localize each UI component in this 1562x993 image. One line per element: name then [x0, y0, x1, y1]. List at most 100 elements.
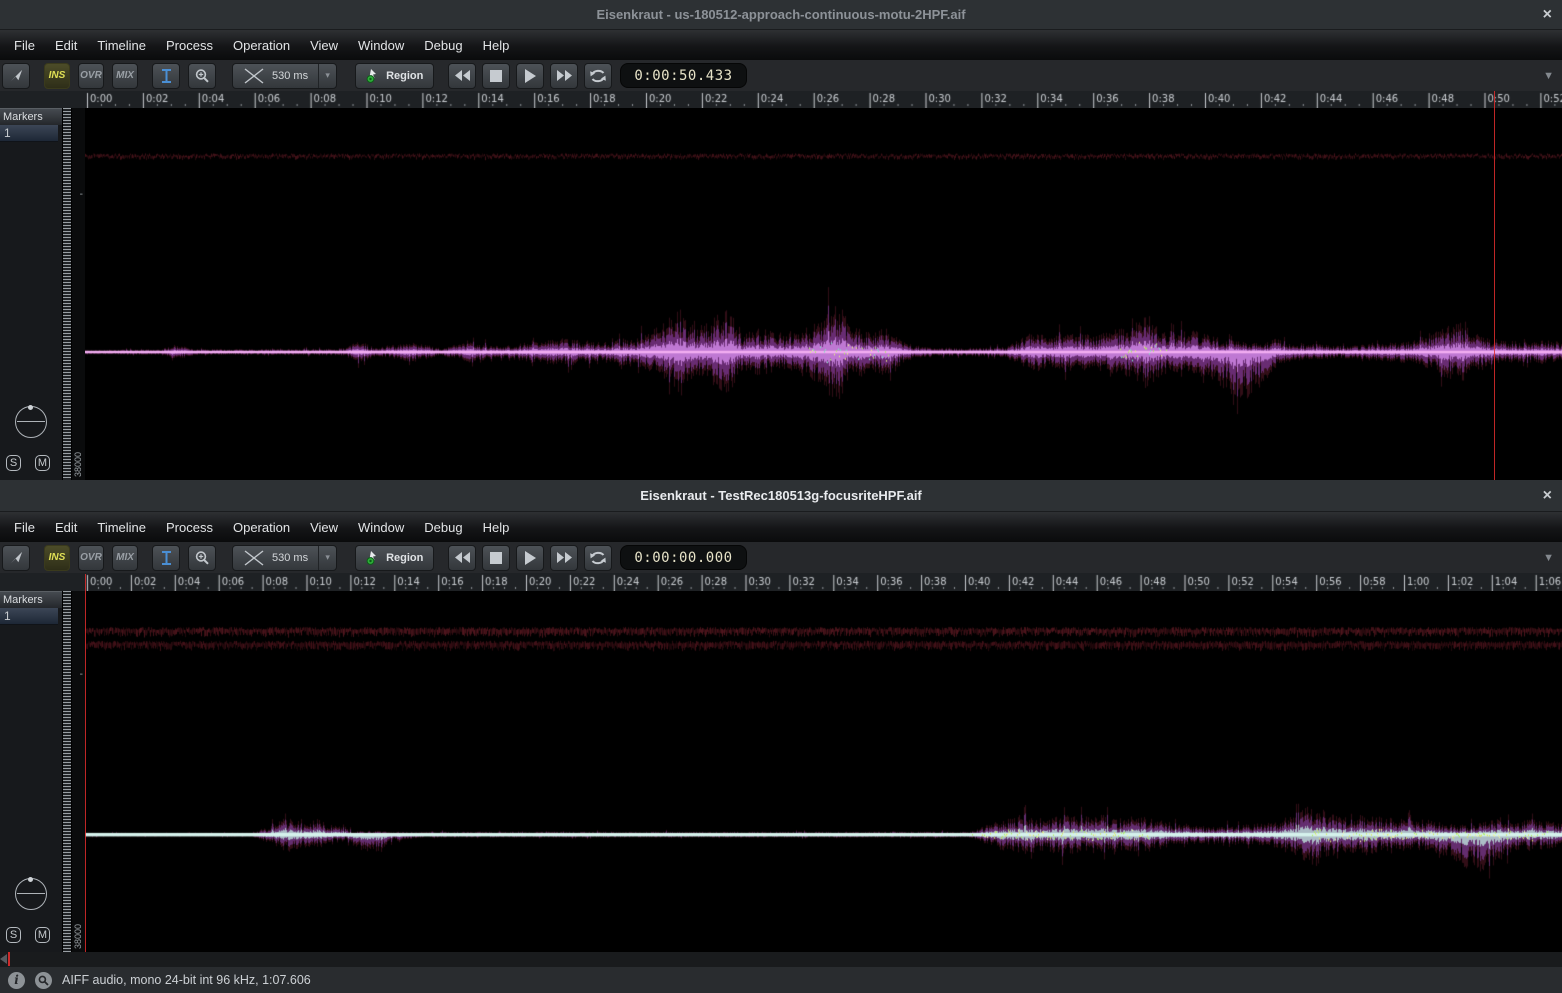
play-button[interactable]	[516, 545, 544, 571]
ibeam-tool-button[interactable]	[152, 545, 180, 571]
menu-item-view[interactable]: View	[300, 520, 348, 535]
solo-button[interactable]: S	[6, 927, 21, 943]
loop-button[interactable]	[584, 63, 612, 89]
menu-item-operation[interactable]: Operation	[223, 38, 300, 53]
ibeam-icon	[160, 550, 173, 566]
region-button[interactable]: Region	[355, 63, 434, 89]
time-display[interactable]: 0:00:00.000	[620, 545, 746, 570]
menu-item-edit[interactable]: Edit	[45, 520, 87, 535]
mix-mode-button[interactable]: MIX	[112, 63, 138, 89]
amplitude-axis: - 38000	[72, 591, 85, 952]
waveform-view[interactable]	[85, 591, 1562, 952]
pan-knob[interactable]	[15, 406, 47, 438]
menu-item-debug[interactable]: Debug	[414, 520, 472, 535]
fast-forward-button[interactable]	[550, 545, 578, 571]
rewind-button[interactable]	[448, 63, 476, 89]
rewind-icon	[454, 69, 471, 82]
region-icon	[366, 68, 380, 83]
marker-track-item[interactable]: 1	[0, 608, 58, 625]
menu-item-view[interactable]: View	[300, 38, 348, 53]
info-icon[interactable]: i	[8, 972, 25, 989]
solo-button[interactable]: S	[6, 455, 21, 471]
play-button[interactable]	[516, 63, 544, 89]
toolbar: INS OVR MIX 530 ms ▾ Region	[0, 60, 1562, 91]
axis-mid-label: -	[80, 674, 83, 676]
pan-knob[interactable]	[15, 878, 47, 910]
title-bar[interactable]: Eisenkraut - us-180512-approach-continuo…	[0, 0, 1562, 30]
menu-item-file[interactable]: File	[4, 520, 45, 535]
stop-button[interactable]	[482, 63, 510, 89]
region-button[interactable]: Region	[355, 545, 434, 571]
region-icon	[366, 550, 380, 565]
loop-button[interactable]	[584, 545, 612, 571]
menu-item-window[interactable]: Window	[348, 38, 414, 53]
pointer-tool-button[interactable]	[2, 545, 30, 571]
eisenkraut-window-bottom: Eisenkraut - TestRec180513g-focusriteHPF…	[0, 480, 1562, 967]
play-icon	[524, 69, 536, 83]
blend-dropdown[interactable]: 530 ms ▾	[232, 63, 337, 89]
menu-item-timeline[interactable]: Timeline	[87, 520, 156, 535]
time-display[interactable]: 0:00:50.433	[620, 63, 746, 88]
overwrite-mode-button[interactable]: OVR	[78, 545, 104, 571]
scroll-left-icon[interactable]	[0, 954, 7, 964]
menu-item-operation[interactable]: Operation	[223, 520, 300, 535]
zoom-tool-button[interactable]	[188, 545, 216, 571]
menu-item-process[interactable]: Process	[156, 520, 223, 535]
pointer-tool-button[interactable]	[2, 63, 30, 89]
mute-button[interactable]: M	[35, 455, 50, 471]
markers-panel: Markers 1 S M	[0, 108, 62, 480]
timeline-ruler[interactable]	[0, 91, 1562, 108]
close-icon[interactable]: ×	[1543, 7, 1552, 23]
waveform-view[interactable]	[85, 108, 1562, 480]
mix-mode-button[interactable]: MIX	[112, 545, 138, 571]
stop-icon	[490, 552, 502, 564]
menu-item-file[interactable]: File	[4, 38, 45, 53]
menu-item-help[interactable]: Help	[473, 520, 520, 535]
menu-item-help[interactable]: Help	[473, 38, 520, 53]
toolbar-overflow-icon[interactable]: ▼	[1543, 70, 1554, 82]
stop-icon	[490, 70, 502, 82]
playhead-cursor[interactable]	[1494, 91, 1495, 480]
insert-mode-button[interactable]: INS	[44, 545, 70, 571]
marker-track-item[interactable]: 1	[0, 125, 58, 142]
chevron-down-icon[interactable]: ▾	[318, 64, 336, 88]
mute-button[interactable]: M	[35, 927, 50, 943]
vertical-zoom-scrollbar[interactable]	[62, 591, 72, 952]
menu-item-process[interactable]: Process	[156, 38, 223, 53]
amplitude-axis: - 38000	[72, 108, 85, 480]
menu-item-window[interactable]: Window	[348, 520, 414, 535]
zoom-icon	[194, 550, 210, 566]
close-icon[interactable]: ×	[1543, 488, 1552, 504]
toolbar-overflow-icon[interactable]: ▼	[1543, 552, 1554, 564]
loop-icon	[589, 551, 607, 565]
playhead-cursor[interactable]	[85, 574, 86, 952]
pointer-icon	[9, 550, 24, 565]
menu-item-debug[interactable]: Debug	[414, 38, 472, 53]
ibeam-tool-button[interactable]	[152, 63, 180, 89]
vertical-zoom-scrollbar[interactable]	[62, 108, 72, 480]
crossfade-icon	[243, 549, 265, 567]
markers-header: Markers	[0, 108, 62, 125]
rewind-button[interactable]	[448, 545, 476, 571]
menu-bar: FileEditTimelineProcessOperationViewWind…	[0, 30, 1562, 60]
title-bar[interactable]: Eisenkraut - TestRec180513g-focusriteHPF…	[0, 480, 1562, 512]
blend-time-label: 530 ms	[272, 70, 308, 82]
status-bar: i AIFF audio, mono 24-bit int 96 kHz, 1:…	[0, 967, 1562, 993]
zoom-tool-button[interactable]	[188, 63, 216, 89]
overwrite-mode-button[interactable]: OVR	[78, 63, 104, 89]
timeline-scrollbar[interactable]	[0, 952, 1562, 967]
menu-item-timeline[interactable]: Timeline	[87, 38, 156, 53]
window-title: Eisenkraut - TestRec180513g-focusriteHPF…	[640, 488, 922, 503]
session-content: Markers 1 S M - 38000	[0, 591, 1562, 952]
chevron-down-icon[interactable]: ▾	[318, 546, 336, 570]
stop-button[interactable]	[482, 545, 510, 571]
inspect-icon[interactable]	[35, 972, 52, 989]
blend-dropdown[interactable]: 530 ms ▾	[232, 545, 337, 571]
insert-mode-button[interactable]: INS	[44, 63, 70, 89]
rewind-icon	[454, 551, 471, 564]
timeline-ruler[interactable]	[0, 573, 1562, 591]
menu-item-edit[interactable]: Edit	[45, 38, 87, 53]
session-content: Markers 1 S M - 38000	[0, 108, 1562, 480]
fast-forward-button[interactable]	[550, 63, 578, 89]
crossfade-icon	[243, 67, 265, 85]
